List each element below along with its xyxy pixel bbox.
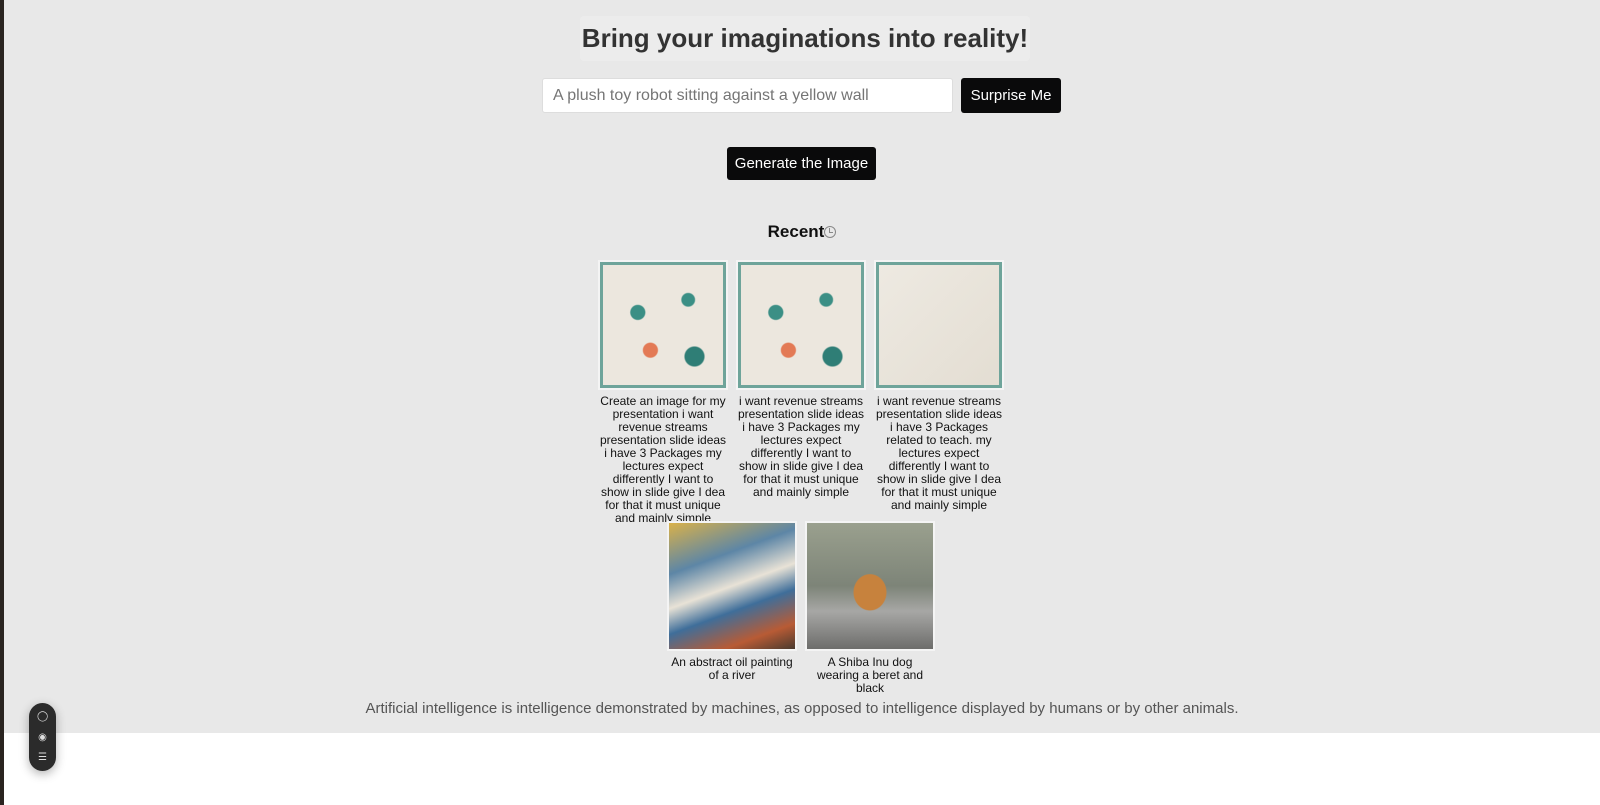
recent-item[interactable]: Create an image for my presentation i wa… (598, 260, 728, 525)
recent-image[interactable] (805, 521, 935, 651)
floating-toolbar: ◯ ◉ ☰ (29, 703, 56, 771)
main-area: Bring your imaginations into reality! Su… (4, 0, 1600, 733)
recent-caption: i want revenue streams presentation slid… (875, 394, 1003, 512)
recent-image[interactable] (874, 260, 1004, 390)
generate-image-button[interactable]: Generate the Image (727, 147, 876, 180)
recent-item[interactable]: A Shiba Inu dog wearing a beret and blac… (805, 521, 935, 695)
recent-item[interactable]: i want revenue streams presentation slid… (874, 260, 1004, 512)
menu-icon[interactable]: ☰ (37, 753, 48, 763)
recent-caption: A Shiba Inu dog wearing a beret and blac… (816, 655, 924, 695)
recent-image[interactable] (736, 260, 866, 390)
recent-caption: An abstract oil painting of a river (671, 655, 793, 682)
prompt-input[interactable] (542, 78, 953, 113)
toggle-icon[interactable]: ◉ (37, 733, 48, 743)
recent-caption: i want revenue streams presentation slid… (737, 394, 865, 499)
clock-icon (824, 226, 837, 238)
recent-heading: Recent (4, 222, 1600, 242)
recent-item[interactable]: i want revenue streams presentation slid… (736, 260, 866, 499)
recent-image[interactable] (598, 260, 728, 390)
recent-item[interactable]: An abstract oil painting of a river (667, 521, 797, 682)
page-title: Bring your imaginations into reality! (580, 16, 1030, 61)
footer-text: Artificial intelligence is intelligence … (365, 700, 1239, 717)
recent-caption: Create an image for my presentation i wa… (599, 394, 727, 525)
chat-icon[interactable]: ◯ (37, 712, 48, 722)
surprise-me-button[interactable]: Surprise Me (961, 78, 1061, 113)
recent-label: Recent (767, 222, 825, 241)
recent-image[interactable] (667, 521, 797, 651)
